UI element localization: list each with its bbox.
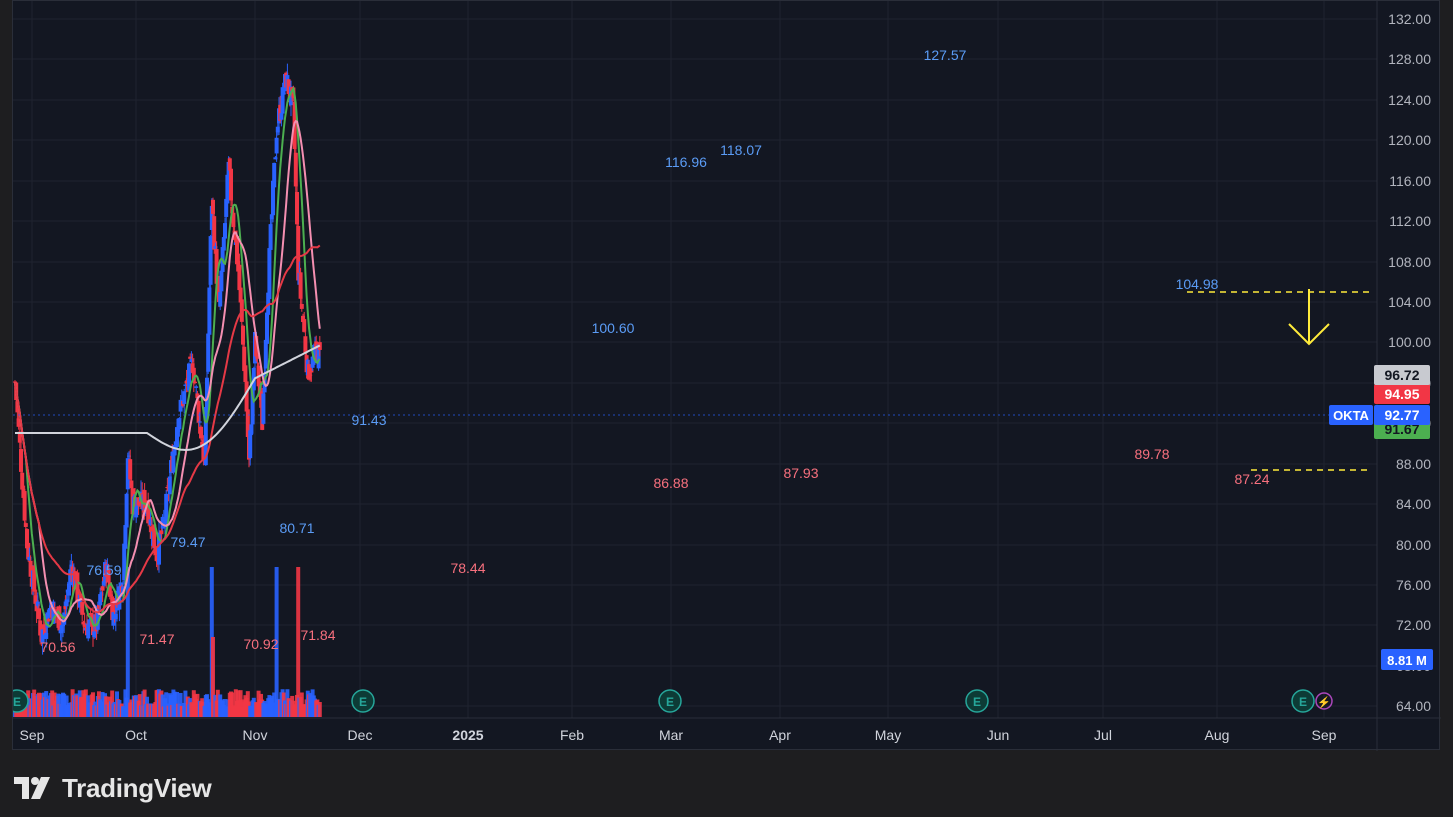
candle-body [274, 137, 279, 154]
moving-average-50-line [14, 244, 321, 614]
candle-body [241, 325, 245, 345]
candle-body [197, 421, 202, 423]
candle-body [293, 152, 298, 187]
volume-tag-label: 8.81 M [1387, 653, 1427, 668]
x-axis-label: May [875, 727, 901, 743]
y-axis-tick-label: 124.00 [1388, 92, 1431, 108]
x-axis-label: Sep [20, 727, 45, 743]
x-axis-label: Jul [1094, 727, 1112, 743]
earnings-marker-label: E [1299, 695, 1307, 709]
price-chart[interactable]: 70.56 76.59 71.47 79.47 70.92 80.71 71.84 91.43… [13, 1, 1441, 751]
y-axis-tick-label: 132.00 [1388, 11, 1431, 27]
x-axis-label: Jun [987, 727, 1010, 743]
y-axis-tick-label: 80.00 [1396, 537, 1431, 553]
y-axis-tick-label: 108.00 [1388, 254, 1431, 270]
pivot-label-low: 86.88 [653, 475, 688, 491]
y-axis-tick-label: 112.00 [1389, 213, 1431, 229]
candle-body [303, 336, 308, 353]
brand-name: TradingView [62, 772, 212, 803]
candle-body [177, 418, 182, 430]
symbol-tag-label: OKTA [1333, 408, 1369, 423]
x-axis-label: Dec [348, 727, 373, 743]
pivot-label-low: 71.47 [139, 631, 174, 647]
candle-body [22, 491, 27, 521]
pivot-label-high: 127.57 [924, 47, 967, 63]
pivot-label-low: 71.84 [300, 627, 335, 643]
x-axis-label: Feb [560, 727, 584, 743]
x-axis-label: Aug [1205, 727, 1230, 743]
pivot-label-low: 87.93 [783, 465, 818, 481]
candle-body [265, 312, 269, 344]
tradingview-brand[interactable]: TradingView [14, 772, 212, 804]
chart-panel[interactable]: 70.56 76.59 71.47 79.47 70.92 80.71 71.84 91.43… [12, 0, 1441, 751]
pivot-label-low: 70.92 [243, 636, 278, 652]
earnings-marker-label: E [666, 695, 674, 709]
candle-body [268, 224, 273, 250]
candle-body [237, 264, 242, 291]
moving-average-200-line [15, 344, 321, 452]
earnings-marker-label: E [973, 695, 981, 709]
y-axis-tick-label: 76.00 [1396, 577, 1431, 593]
lightning-icon-glyph: ⚡ [1317, 696, 1331, 709]
x-axis-label: Oct [125, 727, 147, 743]
earnings-marker-label: E [13, 695, 21, 709]
y-axis-tick-label: 120.00 [1388, 132, 1431, 148]
y-axis-tick-label: 88.00 [1396, 456, 1431, 472]
grid-lines [13, 1, 1377, 718]
candle-body [23, 523, 28, 527]
volume-bar [317, 702, 322, 717]
pivot-label-high: 76.59 [86, 562, 121, 578]
y-axis-tick-label: 72.00 [1396, 617, 1431, 633]
x-axis-label: Mar [659, 727, 683, 743]
candle-body [159, 530, 164, 535]
price-tag-label-ma50: 94.95 [1384, 386, 1419, 402]
x-axis-label: Sep [1312, 727, 1337, 743]
candle-body [272, 162, 277, 188]
pivot-label-high: 91.43 [351, 412, 386, 428]
candle-body [100, 586, 105, 591]
y-axis-tick-label: 84.00 [1396, 496, 1431, 512]
pivot-label-high: 100.60 [592, 320, 635, 336]
pivot-label-high: 79.47 [170, 534, 205, 550]
tradingview-logo-icon [14, 777, 50, 799]
pivot-label-low: 87.24 [1234, 471, 1269, 487]
candle-body [124, 493, 129, 528]
candle-body [207, 287, 212, 335]
pivot-label-high: 104.98 [1176, 276, 1219, 292]
pivot-label-low: 78.44 [450, 560, 485, 576]
candle-body [193, 381, 197, 384]
candle-body [194, 386, 199, 388]
x-axis-label: Nov [243, 727, 268, 743]
y-axis-tick-label: 100.00 [1388, 334, 1431, 350]
pivot-label-low: 89.78 [1134, 446, 1169, 462]
candle-body [46, 618, 51, 622]
x-axis-label: 2025 [452, 727, 483, 743]
y-axis-tick-label: 128.00 [1388, 51, 1431, 67]
price-tag-label-last: 92.77 [1384, 407, 1419, 423]
y-axis-tick-label: 116.00 [1389, 173, 1431, 189]
pivot-label-low: 70.56 [40, 639, 75, 655]
candle-body [299, 303, 304, 309]
pivot-label-high: 118.07 [720, 142, 762, 158]
pivot-label-high: 116.96 [665, 154, 707, 170]
earnings-marker-label: E [359, 695, 367, 709]
y-axis-tick-label: 64.00 [1396, 698, 1431, 714]
y-axis-tick-label: 104.00 [1388, 294, 1431, 310]
x-axis-label: Apr [769, 727, 791, 743]
candle-body [229, 168, 233, 201]
candle-body [80, 602, 85, 615]
candle-body [208, 236, 213, 285]
pivot-label-high: 80.71 [279, 520, 314, 536]
price-tag-label-ma200: 96.72 [1384, 367, 1419, 383]
